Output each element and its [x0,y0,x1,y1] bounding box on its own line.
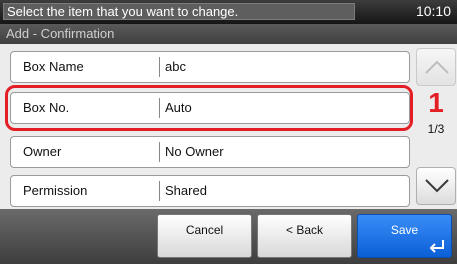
status-message: Select the item that you want to change. [3,3,355,20]
scroll-down-button[interactable] [416,167,456,205]
save-button[interactable]: Save [357,214,452,258]
enter-icon [429,240,444,253]
row-permission[interactable]: Permission Shared [10,175,410,207]
callout-highlight [5,85,413,131]
breadcrumb: Add - Confirmation [0,24,457,44]
cancel-button[interactable]: Cancel [157,214,252,258]
row-value: No Owner [165,144,224,159]
device-screen: Select the item that you want to change.… [0,0,457,264]
scroll-up-button[interactable] [416,48,456,86]
back-button[interactable]: < Back [257,214,352,258]
action-bar: Cancel < Back Save [0,209,457,264]
row-value: abc [165,59,186,74]
clock: 10:10 [415,3,451,19]
row-divider [159,57,160,77]
callout-step-number: 1 [428,87,444,118]
row-divider [159,181,160,201]
row-owner[interactable]: Owner No Owner [10,136,410,168]
page-indicator: 1/3 [427,122,445,136]
row-label: Permission [23,183,88,198]
chevron-down-icon [425,179,449,193]
row-label: Box Name [23,59,84,74]
row-divider [159,142,160,162]
save-label: Save [390,223,419,237]
chevron-up-icon [425,60,449,74]
row-label: Owner [23,144,62,159]
row-value: Shared [165,183,207,198]
status-bar: Select the item that you want to change.… [0,0,457,24]
row-box-name[interactable]: Box Name abc [10,51,410,83]
